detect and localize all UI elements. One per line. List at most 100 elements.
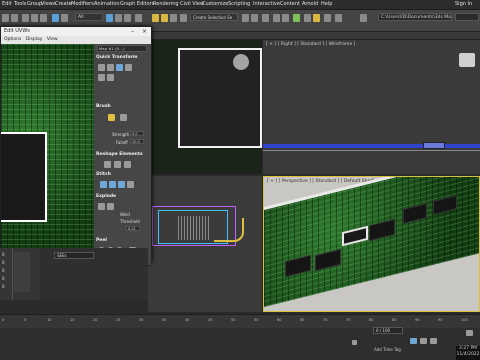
select-icon[interactable] — [52, 14, 59, 22]
key-mode-icon[interactable] — [410, 338, 417, 344]
bind-icon[interactable] — [40, 14, 47, 22]
layer-icon[interactable] — [262, 14, 269, 22]
straighten-icon[interactable] — [104, 161, 111, 168]
named-selection-dropdown[interactable]: Create Selection Se — [190, 13, 238, 21]
viewcube-icon[interactable] — [233, 54, 249, 70]
render-icon[interactable] — [313, 14, 320, 22]
edit-named-sel-icon[interactable] — [180, 14, 187, 22]
next-frame-icon[interactable] — [430, 338, 437, 344]
render-setup-icon[interactable] — [304, 14, 311, 22]
stitch-average-icon[interactable] — [109, 181, 116, 188]
redo-icon[interactable] — [11, 14, 18, 22]
menu-content[interactable]: Content — [280, 1, 300, 7]
viewport-perspective[interactable]: [ + ] [ Perspective ] [ Standard ] [ Def… — [263, 176, 480, 312]
detach-icon[interactable] — [107, 203, 114, 210]
paint-brush-icon[interactable] — [108, 114, 115, 121]
align-icon[interactable] — [251, 14, 258, 22]
menu-modifiers[interactable]: Modifiers — [71, 1, 94, 7]
strength-spinner[interactable]: 0.0 — [130, 131, 144, 136]
zoom-extents-icon[interactable] — [466, 330, 473, 336]
minimize-icon[interactable]: – — [131, 28, 134, 35]
move-icon[interactable] — [106, 14, 113, 22]
uv-menu-view[interactable]: View — [47, 37, 58, 42]
rollout-reshape-elements[interactable]: Reshape Elements — [96, 152, 143, 157]
rollout-stitch[interactable]: Stitch — [96, 172, 111, 177]
viewport-left[interactable] — [148, 176, 262, 312]
add-time-tag-button[interactable]: Add Time Tag — [374, 347, 401, 352]
snap-icon[interactable] — [135, 14, 142, 22]
uv-menu-options[interactable]: Options — [4, 37, 21, 42]
current-frame-field[interactable]: 0 / 100 — [373, 327, 403, 334]
scale-icon[interactable] — [124, 14, 131, 22]
rollout-peel[interactable]: Peel — [96, 238, 107, 243]
menu-animation[interactable]: Animation — [94, 1, 120, 7]
pack-icon[interactable] — [124, 161, 131, 168]
menu-create[interactable]: Create — [55, 1, 72, 7]
render-frame-icon[interactable] — [324, 14, 331, 22]
menu-edit[interactable]: Edit — [2, 1, 12, 7]
falloff-spinner[interactable]: 20.0 — [130, 139, 144, 144]
menu-graph-editors[interactable]: Graph Editors — [120, 1, 154, 7]
sign-in-link[interactable]: Sign In — [455, 1, 472, 7]
uv-menu-display[interactable]: Display — [26, 37, 43, 42]
curve-editor-icon[interactable] — [273, 14, 280, 22]
menu-scripting[interactable]: Scripting — [228, 1, 250, 7]
uv-editor-title[interactable]: Edit UVWs — [1, 27, 151, 36]
list-item[interactable]: 0 — [2, 252, 5, 257]
menu-interactive[interactable]: Interactive — [253, 1, 280, 7]
project-folder-icon[interactable] — [360, 14, 367, 22]
menu-help[interactable]: Help — [321, 1, 332, 7]
rollout-brush[interactable]: Brush — [96, 104, 111, 109]
map-channel-dropdown[interactable]: Map #1 (U…) — [97, 45, 147, 52]
menu-tools[interactable]: Tools — [14, 1, 26, 7]
list-item[interactable]: 0 — [2, 276, 5, 281]
mirror-uv-icon[interactable] — [107, 74, 114, 81]
stitch-custom-icon[interactable] — [127, 181, 134, 188]
rotate-icon[interactable] — [115, 14, 122, 22]
search-input[interactable] — [455, 13, 479, 21]
workspace-icon[interactable] — [335, 14, 342, 22]
align-u-icon[interactable] — [98, 64, 105, 71]
project-path-field[interactable]: C:\Users\ID\Documents\3ds Max 2022 — [378, 13, 452, 21]
menu-arnold[interactable]: Arnold — [302, 1, 318, 7]
schematic-icon[interactable] — [282, 14, 289, 22]
angle-snap-icon[interactable] — [152, 14, 159, 22]
relax-brush-icon[interactable] — [120, 114, 127, 121]
viewport-label-right[interactable]: [ + ] [ Right ] [ Standard ] [ Wireframe… — [266, 42, 355, 47]
undo-icon[interactable] — [2, 14, 9, 22]
unlink-icon[interactable] — [31, 14, 38, 22]
list-item[interactable]: 0 — [2, 268, 5, 273]
rollout-explode[interactable]: Explode — [96, 194, 116, 199]
menu-views[interactable]: Views — [41, 1, 55, 7]
list-item[interactable]: 0 — [2, 284, 5, 289]
viewport-right[interactable]: [ + ] [ Right ] [ Standard ] [ Wireframe… — [263, 40, 480, 174]
break-icon[interactable] — [98, 203, 105, 210]
explorer-field[interactable]: SEEs — [54, 252, 94, 259]
play-icon[interactable] — [420, 338, 427, 344]
list-item[interactable]: 0 — [2, 260, 5, 265]
flip-icon[interactable] — [98, 74, 105, 81]
stitch-target-icon[interactable] — [100, 181, 107, 188]
select-by-name-icon[interactable] — [61, 14, 68, 22]
timeline[interactable]: 0 5 10 15 20 25 30 35 40 45 50 55 60 65 … — [0, 314, 480, 328]
menu-group[interactable]: Group — [27, 1, 42, 7]
close-icon[interactable]: × — [142, 28, 147, 35]
percent-snap-icon[interactable] — [161, 14, 168, 22]
mirror-icon[interactable] — [242, 14, 249, 22]
relax-icon[interactable] — [114, 161, 121, 168]
viewcube-icon[interactable] — [459, 53, 475, 67]
menu-customize[interactable]: Customize — [202, 1, 228, 7]
selection-filter-dropdown[interactable]: All — [75, 13, 103, 21]
spinner-snap-icon[interactable] — [170, 14, 177, 22]
link-icon[interactable] — [22, 14, 29, 22]
uv-canvas[interactable] — [1, 44, 94, 265]
menu-rendering[interactable]: Rendering — [153, 1, 179, 7]
material-editor-icon[interactable] — [293, 14, 300, 22]
rotate-uv-icon[interactable] — [116, 64, 123, 71]
rollout-quick-transform[interactable]: Quick Transform — [96, 55, 137, 60]
menu-civil-view[interactable]: Civil View — [180, 1, 204, 7]
align-v-icon[interactable] — [107, 64, 114, 71]
space-icon[interactable] — [125, 64, 132, 71]
stitch-source-icon[interactable] — [118, 181, 125, 188]
threshold-spinner[interactable]: 0.01 — [126, 226, 140, 231]
